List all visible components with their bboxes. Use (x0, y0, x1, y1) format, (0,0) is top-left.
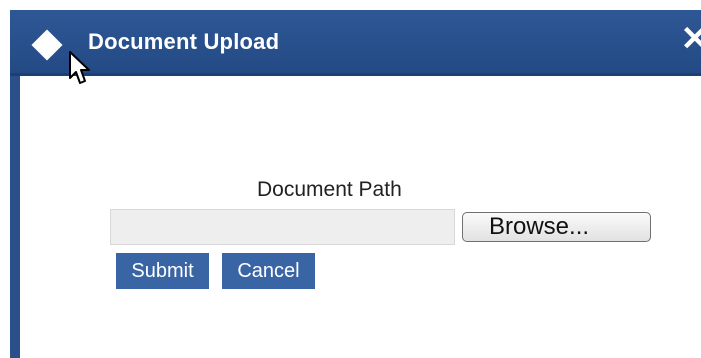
document-path-label: Document Path (257, 178, 402, 201)
cancel-button[interactable]: Cancel (222, 253, 315, 289)
dialog-titlebar[interactable]: Document Upload ✕ (10, 10, 701, 76)
mouse-cursor-icon (69, 51, 90, 84)
dialog-title: Document Upload (88, 29, 280, 54)
browse-button[interactable]: Browse... (462, 212, 651, 242)
document-path-input[interactable] (110, 209, 455, 245)
submit-button[interactable]: Submit (116, 253, 209, 289)
close-icon[interactable]: ✕ (681, 22, 701, 56)
diamond-icon (31, 29, 63, 61)
